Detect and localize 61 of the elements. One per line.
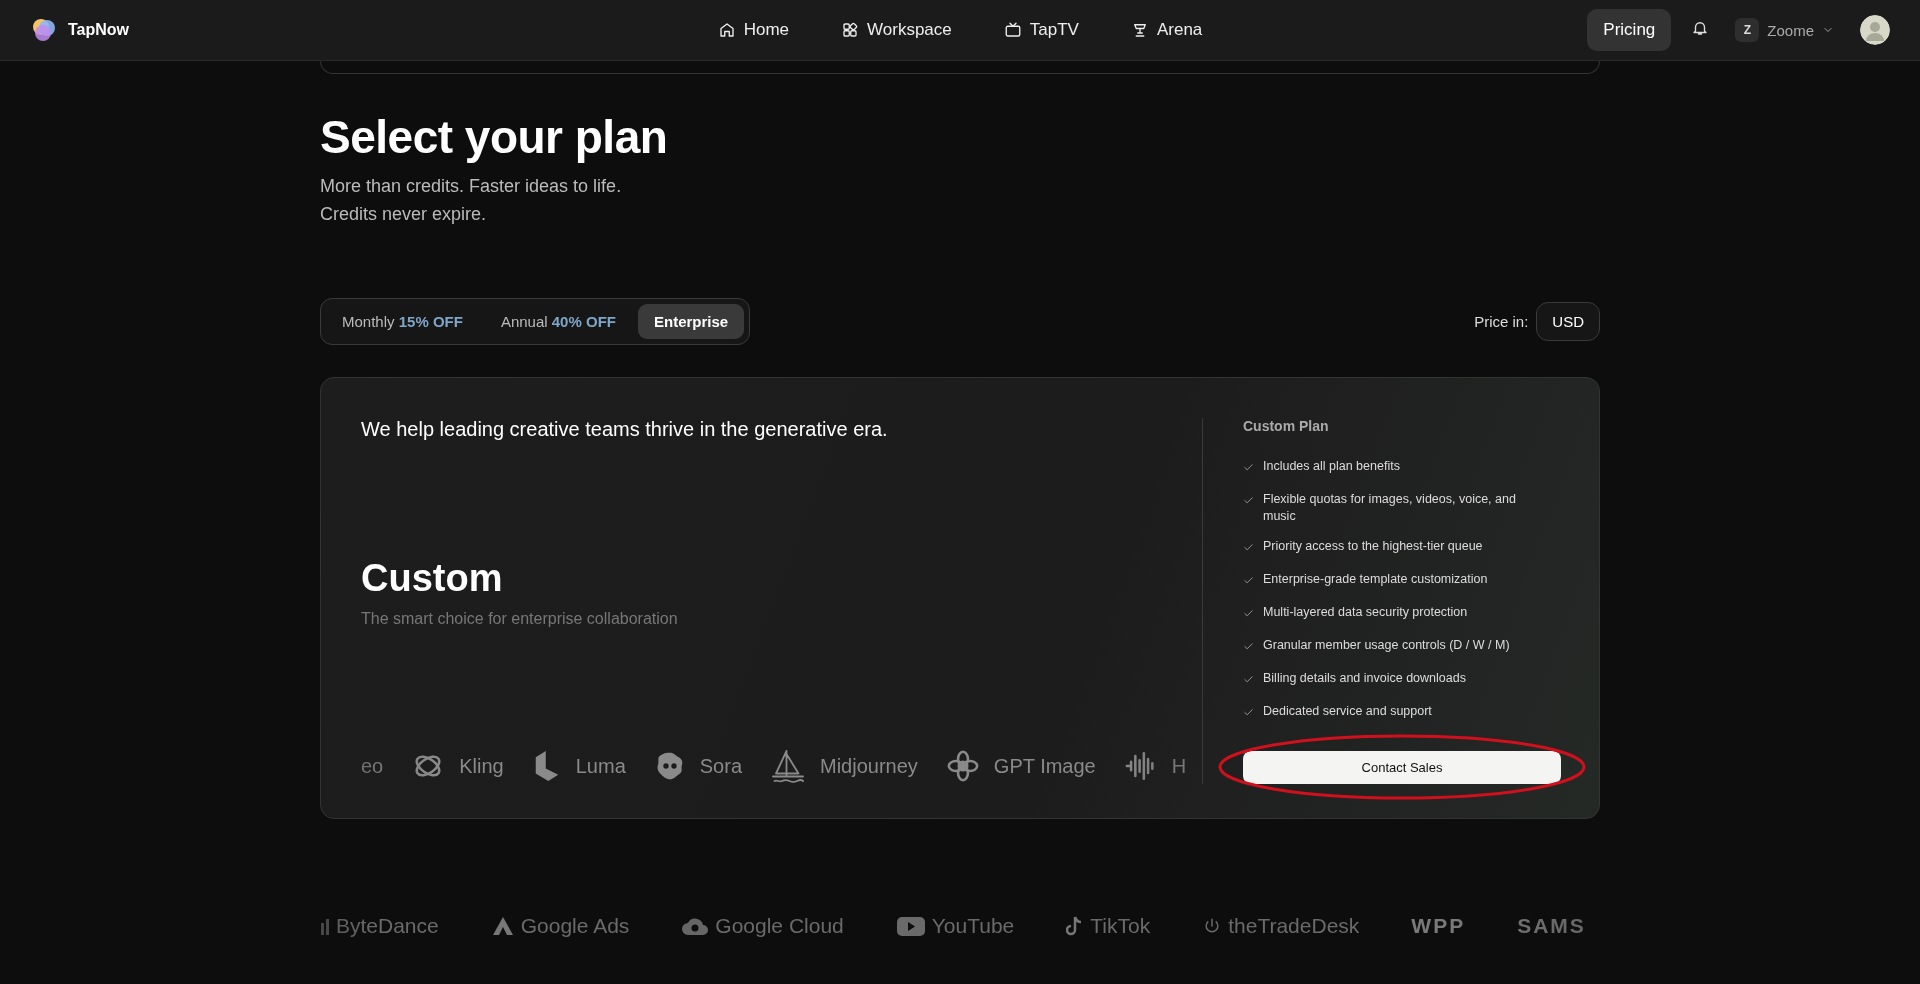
check-icon: [1243, 575, 1254, 586]
avatar-icon[interactable]: [1860, 15, 1890, 45]
brand-logo: Google Ads: [520, 914, 630, 938]
model-name: H: [1171, 754, 1187, 778]
subtitle: Credits never expire.: [320, 203, 488, 226]
model-name: Kling: [459, 754, 504, 778]
feature-text: Priority access to the highest-tier queue: [1263, 538, 1483, 555]
triangle-icon: [490, 915, 515, 937]
brand-logo: SAMS: [1517, 914, 1586, 938]
billing-tab[interactable]: Annual 40% OFF: [484, 304, 632, 339]
plan-tagline: We help leading creative teams thrive in the generative era.: [361, 418, 889, 441]
model-name: Midjourney: [820, 754, 918, 778]
check-icon: [1243, 674, 1254, 685]
billing-tab[interactable]: Enterprise: [637, 304, 745, 339]
tv-icon: [1003, 21, 1022, 39]
logo-icon: [30, 16, 58, 44]
home-icon: [717, 21, 736, 39]
pricing-link[interactable]: Pricing: [1587, 9, 1672, 51]
check-icon: [1243, 608, 1254, 619]
plan-description: The smart choice for enterprise collaboration: [361, 610, 679, 628]
feature-text: Granular member usage controls (D / W / M): [1263, 637, 1510, 654]
play-icon: [895, 915, 926, 937]
contact-sales-button[interactable]: Contact Sales: [1243, 751, 1561, 784]
brand-logo: ByteDance: [336, 914, 439, 938]
feature-text: Dedicated service and support: [1263, 703, 1432, 720]
brand-logo: theTradeDesk: [1228, 914, 1360, 938]
model-name: Sora: [699, 754, 742, 778]
nav-link[interactable]: Home: [713, 14, 794, 46]
subtitle: More than credits. Faster ideas to life.: [320, 175, 623, 198]
check-icon: [1243, 542, 1254, 553]
bell-icon: [1691, 19, 1710, 37]
nav-link[interactable]: Workspace: [837, 14, 956, 46]
plan-name: Custom: [361, 557, 504, 600]
feature-text: Enterprise-grade template customization: [1263, 571, 1488, 588]
model-name: GPT Image: [993, 754, 1096, 778]
brand-logo: YouTube: [931, 914, 1015, 938]
brand-logo: Google Cloud: [715, 914, 844, 938]
billing-tab[interactable]: Monthly 15% OFF: [326, 304, 479, 339]
user-menu[interactable]: Z Zoome: [1729, 17, 1840, 43]
check-icon: [1243, 707, 1254, 718]
check-icon: [1243, 462, 1254, 473]
feature-text: Billing details and invoice downloads: [1263, 670, 1466, 687]
model-name: eo: [361, 754, 384, 778]
sailboat-icon: [770, 748, 806, 784]
brand-logo: TikTok: [1090, 914, 1151, 938]
check-icon: [1243, 495, 1254, 506]
nav-link[interactable]: Arena: [1126, 14, 1207, 46]
nav-link[interactable]: TapTV: [999, 14, 1083, 46]
brand-name: TapNow: [68, 21, 130, 39]
currency-label: Price in:: [1474, 313, 1529, 330]
feature-text: Includes all plan benefits: [1263, 458, 1400, 475]
plan-details-title: Custom Plan: [1243, 418, 1330, 434]
brand-logo: WPP: [1411, 914, 1466, 938]
check-icon: [1243, 641, 1254, 652]
grid-icon: [841, 21, 860, 39]
feature-text: Flexible quotas for images, videos, voice, and music: [1263, 491, 1517, 525]
currency-selector[interactable]: USD: [1536, 302, 1600, 341]
model-name: Luma: [575, 754, 626, 778]
feature-text: Multi-layered data security protection: [1263, 604, 1468, 621]
page-title: Select your plan: [320, 110, 669, 164]
flower-icon: [945, 749, 980, 783]
